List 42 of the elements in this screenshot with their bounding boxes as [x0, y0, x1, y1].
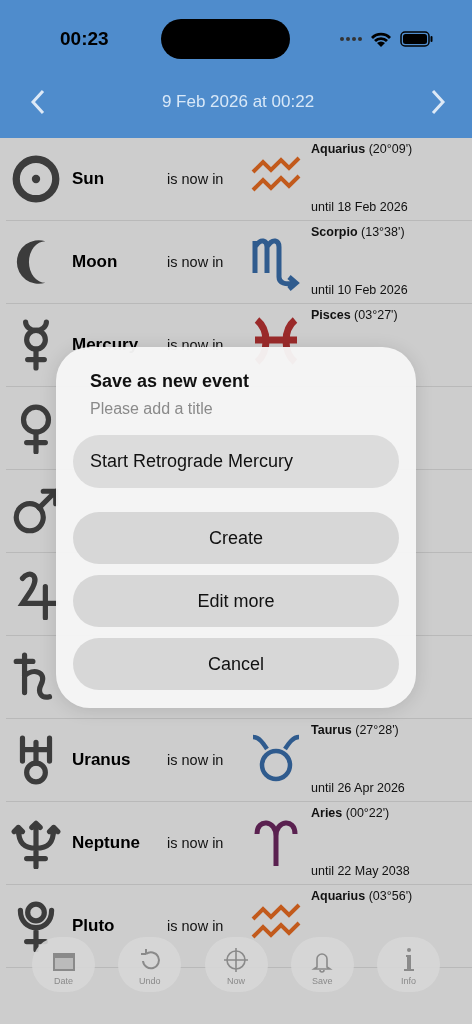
battery-icon [400, 31, 434, 47]
dialog-title: Save as new event [90, 371, 251, 392]
status-time: 00:23 [60, 28, 110, 50]
toolbar-button[interactable]: Info [377, 937, 440, 992]
toolbar-button[interactable]: Now [204, 937, 268, 992]
sign-position: Aquarius (03°56') [311, 889, 413, 903]
dialog-button[interactable]: Edit more [73, 575, 399, 627]
row-phrase: is now in [167, 254, 225, 270]
planet-name: Sun [72, 169, 106, 189]
row-phrase: is now in [167, 171, 225, 187]
back-chevron-icon[interactable] [30, 89, 46, 115]
sign-position: Aquarius (20°09') [311, 142, 413, 156]
toolbar-button[interactable]: Date [32, 937, 95, 992]
date-title: 9 Feb 2026 at 00:22 [161, 92, 315, 112]
row-phrase: is now in [167, 835, 225, 851]
dialog-button[interactable]: Create [73, 512, 399, 564]
planet-name: Uranus [72, 750, 132, 770]
wifi-icon [370, 31, 392, 47]
planet-name: Pluto [72, 916, 116, 936]
sign-position: Aries (00°22') [311, 806, 391, 820]
until-date: until 18 Feb 2026 [311, 200, 409, 214]
sign-position: Pisces (03°27') [311, 308, 398, 322]
row-phrase: is now in [167, 337, 225, 353]
crosshair-icon [223, 947, 249, 973]
sign-position: Scorpio (13°38') [311, 225, 406, 239]
planet-name: Mercury [72, 335, 140, 355]
until-date: until 22 May 2038 [311, 864, 410, 878]
toolbar-button[interactable]: Save [290, 937, 354, 992]
planet-name: Moon [72, 252, 119, 272]
dialog-button[interactable]: Cancel [73, 638, 399, 690]
until-date: until 10 Feb 2026 [311, 283, 408, 297]
toolbar-button[interactable]: Undo [118, 937, 182, 992]
row-phrase: is now in [167, 752, 225, 768]
planet-symbol-icon [10, 153, 62, 205]
planet-name: Neptune [72, 833, 141, 853]
title-input-field[interactable]: Start Retrograde Mercury [73, 435, 399, 488]
until-date: until 26 Apr 2026 [311, 781, 405, 795]
row-phrase: is now in [167, 918, 225, 934]
signal-icon [340, 35, 362, 43]
forward-chevron-icon[interactable] [430, 89, 446, 115]
dialog-subtitle: Please add a title [90, 400, 214, 418]
sign-position: Taurus (27°28') [311, 723, 400, 737]
